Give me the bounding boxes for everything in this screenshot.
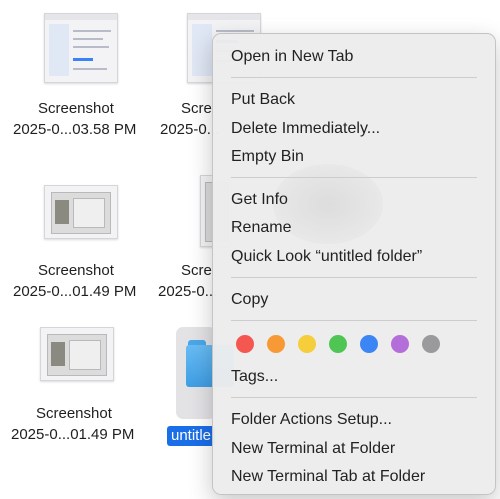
file-name: Scre: [181, 100, 212, 117]
menu-separator: [231, 177, 477, 178]
tag-gray-dot[interactable]: [422, 335, 440, 353]
file-name-date: 2025-0...01.49 PM: [13, 283, 137, 300]
menu-item-put-back[interactable]: Put Back: [231, 89, 295, 111]
screenshot-thumbnail[interactable]: [40, 327, 114, 381]
menu-separator: [231, 77, 477, 78]
menu-item-rename[interactable]: Rename: [231, 217, 291, 239]
menu-item-copy[interactable]: Copy: [231, 289, 268, 311]
menu-item-get-info[interactable]: Get Info: [231, 189, 288, 211]
context-menu: Open in New Tab Put Back Delete Immediat…: [212, 33, 496, 495]
file-name: Screenshot: [38, 100, 114, 117]
file-name-date: 2025-0...01.49 PM: [11, 426, 135, 443]
tag-blue-dot[interactable]: [360, 335, 378, 353]
file-name: Scre: [181, 262, 212, 279]
file-name-date: 2025-0...: [158, 283, 218, 300]
file-name: Screenshot: [36, 405, 112, 422]
menu-item-empty-bin[interactable]: Empty Bin: [231, 146, 304, 168]
menu-item-new-terminal-tab-at-folder[interactable]: New Terminal Tab at Folder: [231, 466, 425, 488]
file-name: Screenshot: [38, 262, 114, 279]
screenshot-thumbnail[interactable]: [44, 13, 118, 83]
menu-item-tags[interactable]: Tags...: [231, 366, 278, 388]
tag-green-dot[interactable]: [329, 335, 347, 353]
file-name-date: 2025-0...: [160, 121, 220, 138]
menu-separator: [231, 277, 477, 278]
menu-item-delete-immediately[interactable]: Delete Immediately...: [231, 118, 380, 140]
menu-separator: [231, 397, 477, 398]
menu-separator: [231, 320, 477, 321]
menu-item-open-in-new-tab[interactable]: Open in New Tab: [231, 46, 353, 68]
tag-purple-dot[interactable]: [391, 335, 409, 353]
menu-item-new-terminal-at-folder[interactable]: New Terminal at Folder: [231, 438, 395, 460]
screenshot-thumbnail[interactable]: [44, 185, 118, 239]
tag-red-dot[interactable]: [236, 335, 254, 353]
menu-item-folder-actions-setup[interactable]: Folder Actions Setup...: [231, 409, 392, 431]
tag-yellow-dot[interactable]: [298, 335, 316, 353]
tag-orange-dot[interactable]: [267, 335, 285, 353]
folder-name[interactable]: untitle: [167, 426, 216, 446]
file-name-date: 2025-0...03.58 PM: [13, 121, 137, 138]
menu-item-quick-look[interactable]: Quick Look “untitled folder”: [231, 246, 422, 268]
